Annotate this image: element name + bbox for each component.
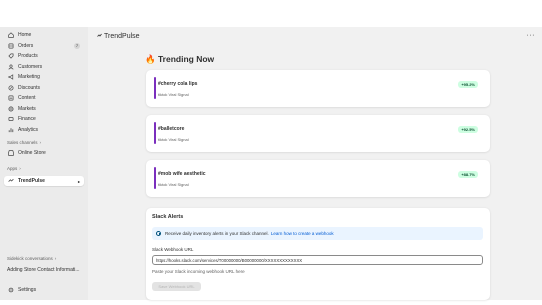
accent-bar — [154, 167, 156, 189]
sidebar-item-label: Settings — [18, 287, 37, 293]
gear-icon — [8, 287, 14, 293]
pin-icon[interactable]: ▸ — [78, 179, 80, 184]
sidekick-label: Sidekick conversations — [7, 256, 53, 261]
trend-source: tiktok Viral Signal — [158, 182, 189, 187]
trend-change-badge: +92.5% — [458, 126, 478, 133]
sidebar-item-label: Orders — [18, 42, 34, 49]
content-icon — [8, 95, 14, 101]
sidebar-item-label: Content — [18, 95, 36, 101]
sidebar-item-online-store[interactable]: Online Store — [4, 148, 84, 158]
trend-card: #cherry cola lips tiktok Viral Signal +95.… — [146, 70, 490, 107]
sidebar-item-label: Products — [18, 53, 38, 59]
app-frame: Home Orders 7 Products Customers Marketing Dis… — [0, 27, 542, 300]
sidebar-item-label: Online Store — [18, 150, 46, 156]
sidekick-conversation-item[interactable]: Adding Store Contact Informati... — [3, 265, 83, 275]
sidebar-item-label: Finance — [18, 116, 36, 122]
apps-heading[interactable]: Apps › — [7, 166, 21, 171]
sidekick-item-label: Adding Store Contact Informati... — [7, 267, 80, 273]
webhook-help-link[interactable]: Learn how to create a webhook — [271, 231, 334, 236]
webhook-field-label: Slack Webhook URL — [152, 247, 194, 252]
trend-name: #balletcore — [158, 126, 185, 132]
sidebar-item-markets[interactable]: Markets — [4, 104, 84, 114]
page-title: 🔥 Trending Now — [145, 54, 215, 64]
chevron-right-icon: › — [39, 140, 42, 145]
sidebar-item-orders[interactable]: Orders 7 — [4, 41, 84, 51]
trend-card: #mob wife aesthetic tiktok Viral Signal +8… — [146, 160, 490, 197]
sidebar: Home Orders 7 Products Customers Marketing Dis… — [0, 27, 88, 300]
sidebar-item-label: Markets — [18, 105, 36, 112]
trend-source: tiktok Viral Signal — [158, 92, 189, 97]
sidebar-item-trendpulse[interactable]: TrendPulse ▸ — [4, 176, 84, 186]
finance-icon — [8, 116, 14, 122]
slack-card-title: Slack Alerts — [152, 214, 184, 220]
trend-change-badge: +95.2% — [458, 81, 478, 88]
app-icon — [8, 178, 14, 184]
orders-icon — [8, 43, 14, 49]
sidebar-item-label: Customers — [18, 63, 43, 70]
slack-alerts-card: Slack Alerts Receive daily inventory ale… — [146, 208, 490, 300]
home-icon — [8, 32, 14, 38]
info-icon — [156, 231, 161, 236]
marketing-icon — [8, 74, 14, 80]
sidebar-item-analytics[interactable]: Analytics — [4, 125, 84, 135]
markets-icon — [8, 106, 14, 112]
sidebar-item-home[interactable]: Home — [4, 30, 84, 40]
sidekick-heading[interactable]: Sidekick conversations › — [7, 256, 56, 261]
sidebar-item-marketing[interactable]: Marketing — [4, 72, 84, 82]
app-title: TrendPulse — [97, 33, 140, 40]
sidebar-item-discounts[interactable]: Discounts — [4, 83, 84, 93]
sidebar-item-content[interactable]: Content — [4, 93, 84, 103]
discounts-icon — [8, 85, 14, 91]
orders-count-badge: 7 — [74, 42, 80, 49]
sales-channels-heading[interactable]: Sales channels › — [7, 140, 41, 145]
products-icon — [8, 53, 14, 59]
sidebar-item-label: TrendPulse — [18, 178, 45, 184]
app-title-text: TrendPulse — [104, 33, 140, 40]
app-logo-icon — [97, 33, 102, 40]
trend-name: #mob wife aesthetic — [158, 171, 206, 177]
analytics-icon — [8, 127, 14, 133]
customers-icon — [8, 64, 14, 70]
sidebar-item-label: Marketing — [18, 74, 40, 80]
main-content: TrendPulse ··· 🔥 Trending Now #cherry co… — [88, 27, 542, 300]
info-banner: Receive daily inventory alerts in your S… — [152, 227, 483, 240]
trend-name: #cherry cola lips — [158, 81, 198, 87]
webhook-url-input[interactable]: https://hooks.slack.com/services/T000000… — [152, 255, 483, 265]
save-webhook-button[interactable]: Save Webhook URL — [152, 282, 201, 291]
sidebar-item-settings[interactable]: Settings — [4, 285, 84, 295]
chevron-right-icon: › — [19, 166, 21, 171]
sidebar-item-label: Analytics — [18, 126, 39, 133]
trend-card: #balletcore tiktok Viral Signal +92.5% — [146, 115, 490, 152]
banner-text: Receive daily inventory alerts in your S… — [165, 231, 269, 236]
sidebar-item-customers[interactable]: Customers — [4, 62, 84, 72]
store-icon — [8, 150, 14, 156]
sidebar-item-label: Home — [18, 32, 32, 38]
webhook-help-text: Paste your Slack incoming webhook URL he… — [152, 269, 245, 274]
sidebar-item-finance[interactable]: Finance — [4, 114, 84, 124]
apps-label: Apps — [7, 166, 18, 171]
accent-bar — [154, 122, 156, 144]
sidebar-item-products[interactable]: Products — [4, 51, 84, 61]
more-actions-icon[interactable]: ··· — [527, 32, 536, 39]
chevron-right-icon: › — [54, 256, 57, 261]
sidebar-item-label: Discounts — [18, 84, 40, 91]
accent-bar — [154, 77, 156, 99]
trend-change-badge: +88.7% — [458, 171, 478, 178]
sales-channels-label: Sales channels — [7, 140, 38, 145]
trend-source: tiktok Viral Signal — [158, 137, 189, 142]
